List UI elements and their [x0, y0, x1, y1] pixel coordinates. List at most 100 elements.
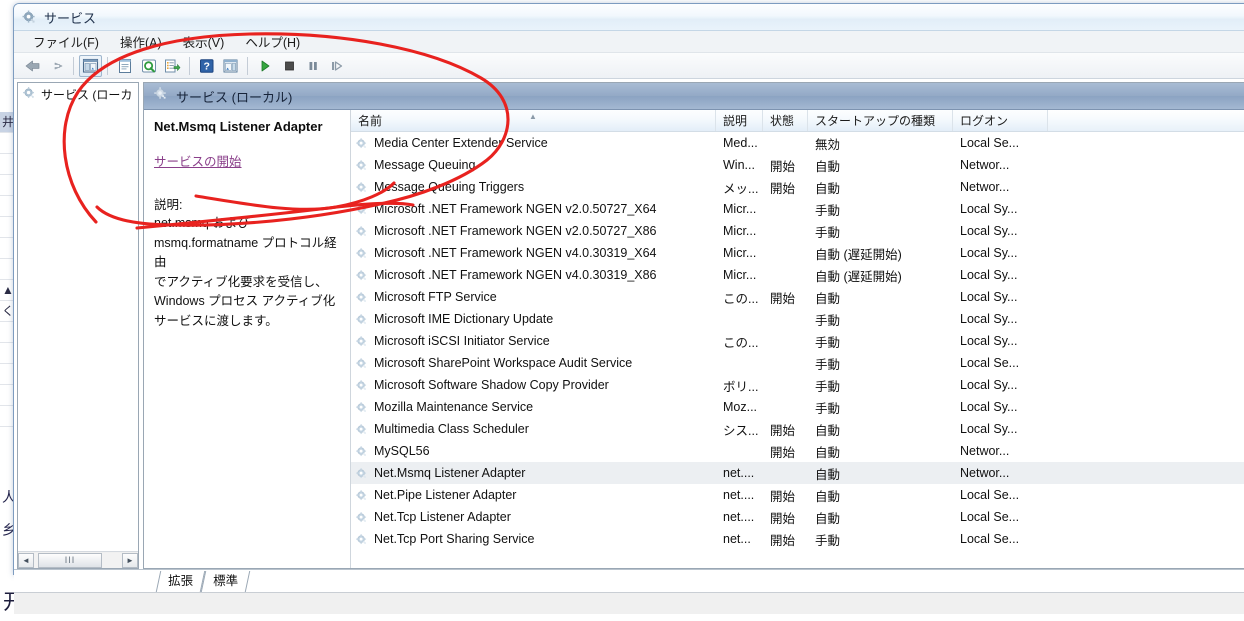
refresh-icon[interactable]: [137, 55, 160, 77]
cell-startup: 自動: [815, 291, 841, 306]
cell-desc: ボリ...: [723, 379, 759, 394]
play-icon[interactable]: [253, 55, 276, 77]
export-list-icon[interactable]: [161, 55, 184, 77]
scroll-right-arrow-icon[interactable]: ►: [122, 552, 138, 568]
table-row[interactable]: Microsoft iSCSI Initiator Service この... 手動…: [351, 330, 1244, 352]
cell-desc: Micr...: [723, 224, 757, 238]
cell-desc: この...: [723, 335, 759, 350]
table-row[interactable]: Microsoft Software Shadow Copy Provider ボ…: [351, 374, 1244, 396]
column-header-1[interactable]: 説明: [716, 110, 763, 131]
cell-name: Microsoft Software Shadow Copy Provider: [351, 378, 716, 392]
cell-name: Microsoft iSCSI Initiator Service: [351, 334, 716, 348]
cell-startup: 自動: [815, 159, 841, 174]
cell-desc: net...: [723, 532, 751, 546]
menu-file[interactable]: ファイル(F): [24, 30, 108, 53]
service-name-label: Microsoft IME Dictionary Update: [374, 312, 554, 326]
table-row[interactable]: Microsoft IME Dictionary Update 手動 Local S…: [351, 308, 1244, 330]
cell-name: Microsoft .NET Framework NGEN v4.0.30319…: [351, 268, 716, 282]
cell-name: MySQL56: [351, 444, 716, 458]
cell-status: 開始: [770, 489, 796, 504]
table-row[interactable]: MySQL56 開始 自動 Networ...: [351, 440, 1244, 462]
cell-desc: Med...: [723, 136, 758, 150]
scroll-thumb[interactable]: III: [38, 552, 102, 568]
gear-icon: [355, 291, 368, 304]
tab-extended[interactable]: 拡張: [155, 571, 206, 592]
scroll-left-arrow-icon[interactable]: ◄: [18, 552, 34, 568]
gear-icon: [22, 10, 37, 25]
service-name-label: Net.Tcp Listener Adapter: [374, 510, 511, 524]
table-row[interactable]: Mozilla Maintenance Service Moz... 手動 Local…: [351, 396, 1244, 418]
cell-logon: Networ...: [960, 466, 1010, 480]
column-header-0[interactable]: 名前 ▲: [351, 110, 716, 131]
cell-desc: Moz...: [723, 400, 758, 414]
menu-view[interactable]: 表示(V): [174, 30, 234, 53]
table-row[interactable]: Microsoft .NET Framework NGEN v4.0.30319…: [351, 242, 1244, 264]
column-header-4[interactable]: ログオン: [953, 110, 1048, 131]
pause-icon[interactable]: [301, 55, 324, 77]
scroll-track[interactable]: III: [34, 552, 122, 568]
start-service-link[interactable]: サービスの開始: [154, 151, 242, 170]
cell-name: Microsoft .NET Framework NGEN v2.0.50727…: [351, 202, 716, 216]
cell-status: 開始: [770, 291, 796, 306]
column-header-label: 説明: [723, 114, 748, 128]
cell-desc: Micr...: [723, 202, 757, 216]
cell-startup: 手動: [815, 313, 841, 328]
show-hide-action-pane-icon[interactable]: [219, 55, 242, 77]
description-line: msmq.formatname プロトコル経由: [154, 235, 337, 270]
cell-desc: メッ...: [723, 181, 759, 196]
restart-icon[interactable]: [325, 55, 348, 77]
properties-icon[interactable]: [113, 55, 136, 77]
cell-name: Net.Tcp Listener Adapter: [351, 510, 716, 524]
table-row[interactable]: Microsoft SharePoint Workspace Audit Ser…: [351, 352, 1244, 374]
cell-status: 開始: [770, 181, 796, 196]
column-header-label: スタートアップの種類: [815, 114, 936, 128]
show-hide-console-tree-icon[interactable]: [79, 54, 102, 77]
back-arrow-icon[interactable]: [21, 55, 44, 77]
pane-header: サービス (ローカル): [144, 83, 1244, 110]
table-row[interactable]: Net.Pipe Listener Adapter net.... 開始 自動 Loca…: [351, 484, 1244, 506]
menu-action[interactable]: 操作(A): [111, 30, 171, 53]
cell-name: Message Queuing: [351, 158, 716, 172]
table-row[interactable]: Microsoft .NET Framework NGEN v2.0.50727…: [351, 220, 1244, 242]
column-header-2[interactable]: 状態: [763, 110, 808, 131]
description-label: 説明:: [154, 198, 183, 212]
cell-startup: 自動: [815, 445, 841, 460]
forward-arrow-icon[interactable]: [45, 55, 68, 77]
table-row[interactable]: Net.Msmq Listener Adapter net.... 自動 Networ…: [351, 462, 1244, 484]
tab-standard[interactable]: 標準: [200, 571, 251, 592]
column-header-label: 名前: [358, 114, 383, 128]
table-row[interactable]: Microsoft .NET Framework NGEN v4.0.30319…: [351, 264, 1244, 286]
gear-icon: [355, 357, 368, 370]
cell-startup: 手動: [815, 533, 841, 548]
toolbar-separator: [107, 56, 108, 75]
toolbar-separator: [247, 56, 248, 75]
cell-status: 開始: [770, 423, 796, 438]
gear-icon: [355, 445, 368, 458]
stop-icon[interactable]: [277, 55, 300, 77]
table-row[interactable]: Multimedia Class Scheduler シス... 開始 自動 Local…: [351, 418, 1244, 440]
pane-header-label: サービス (ローカル): [176, 89, 293, 105]
table-row[interactable]: Microsoft .NET Framework NGEN v2.0.50727…: [351, 198, 1244, 220]
table-row[interactable]: Net.Tcp Listener Adapter net.... 開始 自動 Local…: [351, 506, 1244, 528]
table-row[interactable]: Net.Tcp Port Sharing Service net... 開始 手動 Lo…: [351, 528, 1244, 550]
sort-ascending-icon: ▲: [529, 112, 537, 121]
toolbar-separator: [189, 56, 190, 75]
table-row[interactable]: Message Queuing Triggers メッ... 開始 自動 Networ.…: [351, 176, 1244, 198]
table-row[interactable]: Message Queuing Win... 開始 自動 Networ...: [351, 154, 1244, 176]
service-name-label: Microsoft iSCSI Initiator Service: [374, 334, 550, 348]
table-row[interactable]: Media Center Extender Service Med... 無効 Loc…: [351, 132, 1244, 154]
gear-icon: [355, 335, 368, 348]
tree-item-services-local[interactable]: サービス (ローカ: [18, 85, 138, 104]
cell-logon: Networ...: [960, 444, 1010, 458]
cell-startup: 自動: [815, 511, 841, 526]
services-list: 名前 ▲ 説明 状態 スタートアップの種類 ログオン Media Center Exten…: [351, 110, 1244, 568]
help-icon[interactable]: ?: [195, 55, 218, 77]
gear-icon: [355, 225, 368, 238]
description-line: サービスに渡します。: [154, 313, 278, 328]
cell-status: 開始: [770, 511, 796, 526]
gear-icon: [355, 269, 368, 282]
table-row[interactable]: Microsoft FTP Service この... 開始 自動 Local Sy..…: [351, 286, 1244, 308]
tree-horizontal-scrollbar[interactable]: ◄ III ►: [18, 551, 138, 568]
column-header-3[interactable]: スタートアップの種類: [808, 110, 953, 131]
menu-help[interactable]: ヘルプ(H): [236, 30, 309, 53]
